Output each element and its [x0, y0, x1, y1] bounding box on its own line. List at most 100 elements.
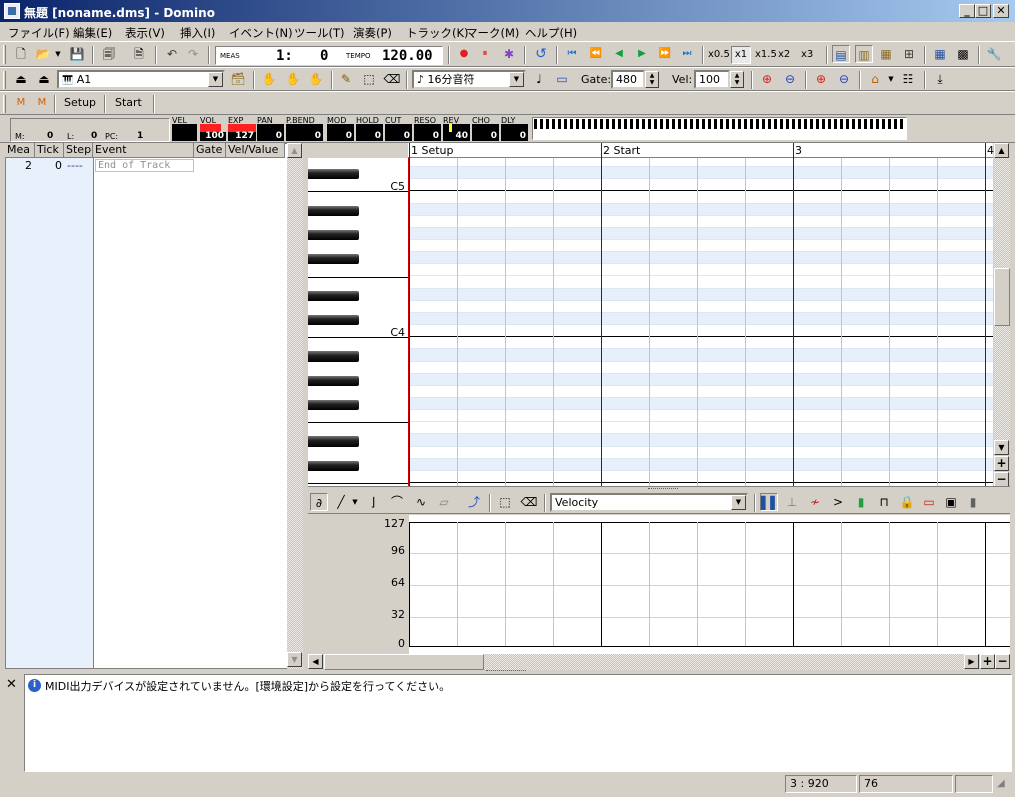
level-icon[interactable]: ▮ — [852, 493, 870, 511]
speed-x1-button[interactable]: x1 — [731, 46, 751, 64]
prev-icon[interactable]: ◀ — [610, 45, 628, 63]
eraser-icon[interactable]: ⌫ — [383, 70, 401, 88]
list-scrollbar[interactable]: ▲ ▼ — [287, 143, 303, 669]
roll-vscroll[interactable] — [994, 158, 1010, 440]
maximize-button[interactable]: □ — [975, 4, 991, 18]
roll-row[interactable] — [409, 276, 993, 289]
measure-label-2[interactable]: 2 Start — [603, 144, 640, 157]
gate-spinner[interactable]: ▲ ▼ — [645, 71, 659, 88]
hscroll-thumb[interactable] — [324, 654, 484, 670]
roll-row[interactable] — [409, 167, 993, 180]
roll-zoom-minus-icon[interactable]: − — [994, 472, 1009, 487]
line-icon[interactable]: ╱ — [332, 493, 350, 511]
v-zoom-in-icon[interactable]: ⊕ — [812, 70, 830, 88]
col-event[interactable]: Event — [93, 143, 194, 158]
rewind-icon[interactable]: ⏪ — [587, 45, 605, 63]
wave-icon[interactable]: ∿ — [412, 493, 430, 511]
panel-icon[interactable]: ▮ — [964, 493, 982, 511]
hand-icon[interactable]: ✋ — [260, 70, 278, 88]
hzoom-plus-icon[interactable]: + — [980, 654, 995, 669]
col-gate[interactable]: Gate — [194, 143, 226, 158]
roll-row[interactable] — [409, 361, 993, 374]
roll-row[interactable] — [409, 385, 993, 398]
roll-row[interactable] — [409, 312, 993, 326]
black-key[interactable] — [308, 169, 359, 180]
rec-settings-icon[interactable]: ✱ — [500, 45, 518, 63]
curve-icon[interactable]: ⌋ — [364, 493, 382, 511]
fast-forward-icon[interactable]: ⏩ — [656, 45, 674, 63]
view-list-icon[interactable]: ▤ — [832, 45, 850, 63]
matrix-view-icon[interactable]: ▩ — [954, 45, 972, 63]
roll-row[interactable] — [409, 215, 993, 228]
roll-row[interactable] — [409, 373, 993, 386]
record-icon[interactable]: ● — [455, 45, 473, 63]
dropdown-arrow-icon[interactable]: ▼ — [53, 45, 63, 63]
black-key[interactable] — [308, 205, 359, 216]
speed-x3-button[interactable]: x3 — [801, 49, 813, 60]
track-props-icon[interactable]: 🗃 — [229, 70, 247, 88]
black-key[interactable] — [308, 436, 359, 447]
v-zoom-out-icon[interactable]: ⊖ — [835, 70, 853, 88]
menu-play[interactable]: 演奏(P) — [353, 25, 392, 41]
event-list[interactable] — [5, 143, 303, 669]
mini-keyboard[interactable] — [532, 117, 907, 140]
wave-red-icon[interactable]: ≁ — [806, 493, 824, 511]
wrench-icon[interactable]: 🔧 — [985, 45, 1003, 63]
table-row[interactable]: 2 0 ---- End of Track — [5, 159, 285, 172]
track-select[interactable]: 🎹 A1 ▼ — [57, 70, 225, 89]
grid-view-icon[interactable]: ▦ — [931, 45, 949, 63]
arc-icon[interactable]: ⌒ — [388, 493, 406, 511]
undo-icon[interactable]: ↶ — [163, 45, 181, 63]
piano-roll-grid[interactable] — [409, 158, 993, 486]
roll-row[interactable] — [409, 337, 993, 350]
roll-vscroll-thumb[interactable] — [994, 268, 1010, 326]
roll-row[interactable] — [409, 434, 993, 447]
menu-tool[interactable]: ツール(T) — [294, 25, 345, 41]
scroll-down-icon[interactable]: ▼ — [287, 652, 302, 667]
hand-s-icon[interactable]: ✋ — [284, 70, 302, 88]
roll-row[interactable] — [409, 410, 993, 423]
lock-icon[interactable]: 🔒 — [898, 493, 916, 511]
roll-hscroll[interactable]: ◀ ▶ + − — [308, 654, 1010, 670]
measure-label-1[interactable]: 1 Setup — [411, 144, 454, 157]
app-icon[interactable] — [4, 3, 20, 19]
track-up-icon[interactable]: ⏏ — [35, 70, 53, 88]
redo-icon[interactable]: ↷ — [184, 45, 202, 63]
black-key[interactable] — [308, 290, 359, 301]
stamp-icon[interactable]: ⊥ — [783, 493, 801, 511]
gate-input[interactable]: 480 — [611, 70, 645, 89]
close-button[interactable]: ✕ — [993, 4, 1009, 18]
roll-row[interactable] — [409, 191, 993, 204]
black-key[interactable] — [308, 229, 359, 241]
hzoom-minus-icon[interactable]: − — [995, 654, 1010, 669]
roll-row[interactable] — [409, 470, 993, 484]
velocity-grid[interactable] — [409, 515, 1010, 654]
black-key[interactable] — [308, 314, 359, 326]
menu-file[interactable]: ファイル(F) — [8, 25, 70, 41]
marker-start-button[interactable]: Start — [115, 96, 142, 109]
save-icon[interactable]: 💾 — [68, 45, 86, 63]
roll-row[interactable] — [409, 203, 993, 216]
track-down-icon[interactable]: ⏏ — [12, 70, 30, 88]
greater-icon[interactable]: > — [829, 493, 847, 511]
col-vel[interactable]: Vel/Value — [226, 143, 285, 158]
zoom-out-icon[interactable]: ⊖ — [781, 70, 799, 88]
menu-track[interactable]: トラック(K) — [406, 25, 469, 41]
freehand-icon[interactable]: ∂ — [310, 493, 328, 511]
marker-setup-button[interactable]: Setup — [64, 96, 96, 109]
scroll-up-icon[interactable]: ▲ — [287, 143, 302, 158]
roll-row[interactable] — [409, 458, 993, 471]
controller-select[interactable]: Velocity ▼ — [550, 493, 748, 512]
roll-row[interactable] — [409, 325, 993, 338]
bar-mode-icon[interactable]: ▌▌ — [760, 493, 779, 511]
download-icon[interactable]: ⤓ — [931, 70, 949, 88]
page-icon[interactable]: 🗎 — [130, 45, 148, 63]
black-key[interactable] — [308, 351, 359, 362]
select-rect-icon[interactable]: ⬚ — [496, 493, 514, 511]
speed-x2-button[interactable]: x2 — [778, 49, 790, 60]
view-roll-icon[interactable]: ▥ — [855, 45, 873, 63]
roll-scroll-up-icon[interactable]: ▲ — [994, 143, 1009, 158]
roll-row[interactable] — [409, 252, 993, 265]
properties-icon[interactable]: 🗐 — [100, 45, 118, 63]
go-end-icon[interactable]: ⏭ — [678, 45, 696, 63]
